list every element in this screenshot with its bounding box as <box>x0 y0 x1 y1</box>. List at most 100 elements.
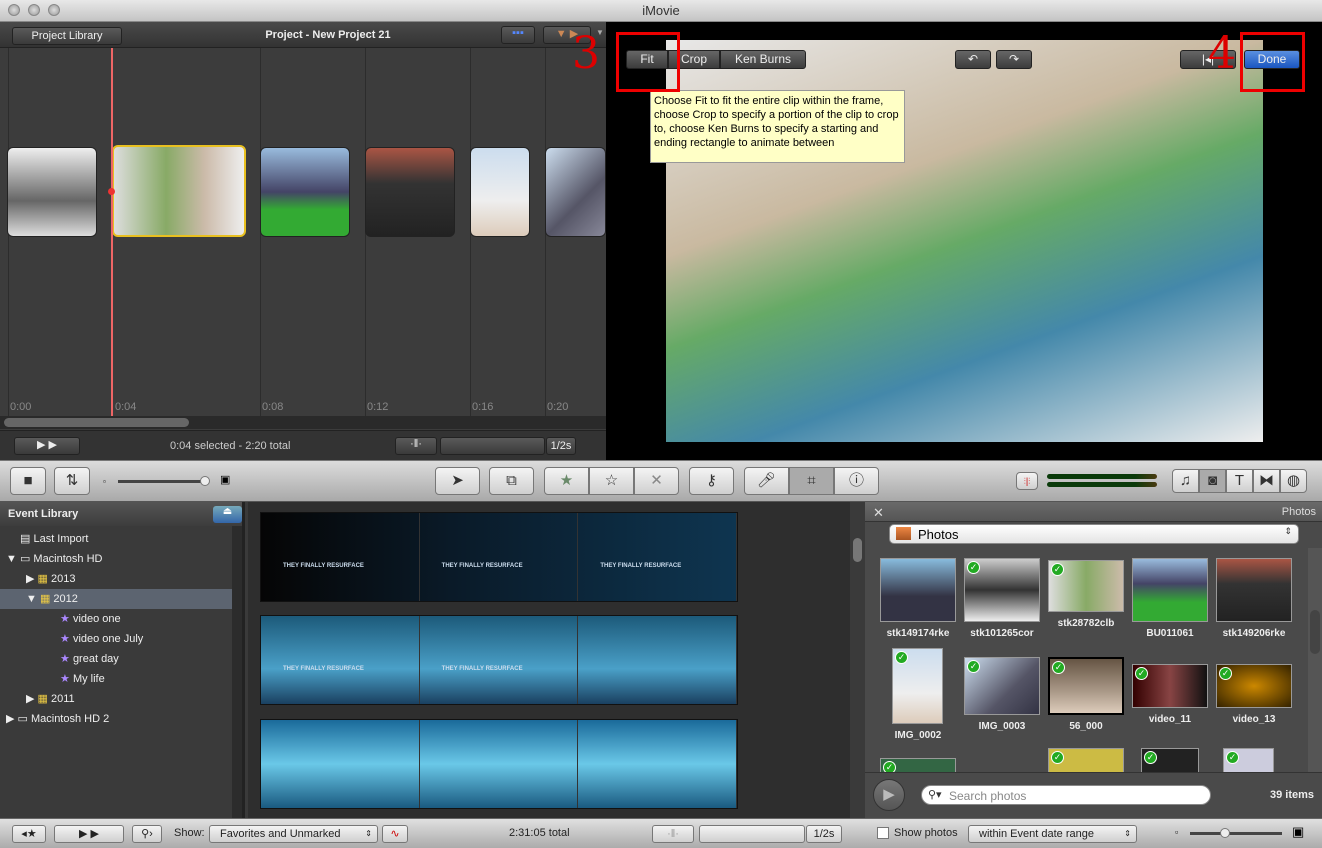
photo-thumbnail[interactable]: ✓ <box>1223 748 1274 772</box>
photo-thumbnail[interactable] <box>880 558 956 622</box>
timeline-clip[interactable] <box>545 147 606 237</box>
import-camera-button[interactable]: ■ <box>10 467 46 495</box>
play-button[interactable]: ▶ <box>873 779 905 811</box>
event-library-scrollbar[interactable] <box>232 526 242 818</box>
annotation-number-3: 3 <box>572 28 600 79</box>
event-item-2013[interactable]: ▶ ▦ 2013 <box>0 569 232 589</box>
timeline-clip[interactable] <box>7 147 97 237</box>
filmstrip[interactable] <box>260 719 738 809</box>
selection-status: 0:04 selected - 2:20 total <box>170 440 291 452</box>
photo-thumbnail[interactable]: ✓ <box>1048 657 1124 715</box>
music-browser-button[interactable]: ♫ <box>1172 469 1199 493</box>
time-label: 0:20 <box>547 401 569 413</box>
viewer: Fit Crop Ken Burns ↶ ↷ |◂| Done <box>606 22 1322 460</box>
photos-source-select[interactable]: Photos ⇕ <box>889 524 1299 544</box>
favorite-button[interactable]: ★ <box>544 467 589 495</box>
audio-meter-right <box>1047 482 1157 487</box>
time-label: 0:16 <box>472 401 494 413</box>
photo-thumbnail[interactable]: ✓ <box>1132 664 1208 708</box>
zoom-slider[interactable] <box>440 437 545 455</box>
playhead[interactable] <box>111 48 113 416</box>
photo-thumbnail[interactable]: ✓ <box>964 558 1040 622</box>
rotate-left-button[interactable]: ↶ <box>955 50 991 69</box>
event-item-macintosh-hd-2[interactable]: ▶ ▭ Macintosh HD 2 <box>0 709 232 729</box>
playhead-marker <box>108 188 115 195</box>
project-pane: Project Library Project - New Project 21… <box>0 22 606 460</box>
thumbnail-zoom-slider[interactable] <box>699 825 805 843</box>
filmstrip[interactable]: THEY FINALLY RESURFACE THEY FINALLY RESU… <box>260 615 738 705</box>
photo-thumbnail[interactable]: ✓ <box>1216 664 1292 708</box>
transition-browser-button[interactable]: ⧓ <box>1253 469 1280 493</box>
date-range-value: within Event date range <box>979 828 1094 840</box>
info-button[interactable]: ⓘ <box>834 467 879 495</box>
event-item-great-day[interactable]: ★ great day <box>0 649 232 669</box>
waveform-toggle[interactable]: ∿ <box>382 825 408 843</box>
waveform-button[interactable]: ·‖· <box>395 437 437 455</box>
horizontal-scrollbar[interactable] <box>0 416 606 429</box>
photo-thumbnail[interactable]: ✓ <box>1048 748 1124 772</box>
zoom-window-button[interactable] <box>48 4 60 16</box>
audio-skimming-button[interactable]: ⫶|⫶ <box>1016 472 1038 490</box>
minimize-window-button[interactable] <box>28 4 40 16</box>
timeline-clip-selected[interactable] <box>112 145 246 237</box>
add-to-project-button[interactable]: ⧉ <box>489 467 534 495</box>
select-tool-button[interactable]: ➤ <box>435 467 480 495</box>
swap-button[interactable]: ⇅ <box>54 467 90 495</box>
show-photos-checkbox[interactable] <box>877 827 889 839</box>
timeline-clip[interactable] <box>365 147 455 237</box>
play-buttons[interactable]: ▶ ▶ <box>14 437 80 455</box>
photo-thumbnail[interactable]: ✓ <box>964 657 1040 715</box>
photos-scrollbar[interactable] <box>1308 548 1322 772</box>
event-library-toggle[interactable]: ◂★ <box>12 825 46 843</box>
search-photos-input[interactable]: ⚲▾ Search photos <box>921 785 1211 805</box>
close-window-button[interactable] <box>8 4 20 16</box>
date-range-select[interactable]: within Event date range ⇕ <box>968 825 1137 843</box>
unmark-button[interactable]: ☆ <box>589 467 634 495</box>
close-icon[interactable]: ✕ <box>873 505 884 521</box>
main-toolbar: ■ ⇅ ▫ ▣ ➤ ⧉ ★ ☆ ✕ ⚷ 🎤︎ ⌗ ⓘ ⫶|⫶ ♫ ◙ T ⧓ ◍ <box>0 460 1322 502</box>
event-item-last-import[interactable]: ▤ Last Import <box>0 529 232 549</box>
keyword-button[interactable]: ⚷ <box>689 467 734 495</box>
photo-thumbnail[interactable]: ✓ <box>1048 560 1124 612</box>
item-label: Macintosh HD 2 <box>30 713 110 725</box>
item-label: great day <box>72 653 119 665</box>
photos-footer: ▶ ⚲▾ Search photos 39 items <box>865 772 1322 818</box>
timeline-clip[interactable] <box>260 147 350 237</box>
annotation-box-4 <box>1240 32 1305 92</box>
photo-thumbnail[interactable]: ✓ <box>880 758 956 772</box>
ken-burns-button[interactable]: Ken Burns <box>720 50 806 69</box>
reject-button[interactable]: ✕ <box>634 467 679 495</box>
drive-toggle-button[interactable]: ⏏ <box>213 506 242 523</box>
play-event-buttons[interactable]: ▶ ▶ <box>54 825 124 843</box>
event-item-2011[interactable]: ▶ ▦ 2011 <box>0 689 232 709</box>
event-item-2012[interactable]: ▼ ▦ 2012 <box>0 589 232 609</box>
thumbnail-size-slider[interactable] <box>118 476 210 486</box>
layout-toggle-button[interactable]: ▪▪▪ <box>501 26 535 44</box>
event-item-video-one-july[interactable]: ★ video one July <box>0 629 232 649</box>
event-item-video-one[interactable]: ★ video one <box>0 609 232 629</box>
voiceover-button[interactable]: 🎤︎ <box>744 467 789 495</box>
photo-thumbnail[interactable] <box>1132 558 1208 622</box>
audio-waveform-button[interactable]: ·‖· <box>652 825 694 843</box>
photo-label: 56_000 <box>1069 721 1103 732</box>
zoom-search-button[interactable]: ⚲› <box>132 825 162 843</box>
browser-scrollbar[interactable] <box>850 502 865 818</box>
photo-thumbnail[interactable] <box>1216 558 1292 622</box>
photo-browser-button[interactable]: ◙ <box>1199 469 1226 493</box>
photo-thumbnail[interactable]: ✓ <box>892 648 943 724</box>
crop-tool-button[interactable]: ⌗ <box>789 467 834 495</box>
photo-thumbnail[interactable]: ✓ <box>1141 748 1199 772</box>
event-item-my-life[interactable]: ★ My life <box>0 669 232 689</box>
event-item-macintosh-hd[interactable]: ▼ ▭ Macintosh HD <box>0 549 232 569</box>
map-browser-button[interactable]: ◍ <box>1280 469 1307 493</box>
show-filter-select[interactable]: Favorites and Unmarked ⇕ <box>209 825 378 843</box>
timeline-clip[interactable] <box>470 147 530 237</box>
item-label: My life <box>72 673 105 685</box>
photos-header-title: Photos <box>1281 506 1316 518</box>
project-library-button[interactable]: Project Library <box>12 27 122 45</box>
title-browser-button[interactable]: T <box>1226 469 1253 493</box>
thumbnail-size-slider[interactable] <box>1190 828 1282 838</box>
filmstrip[interactable]: THEY FINALLY RESURFACE THEY FINALLY RESU… <box>260 512 738 602</box>
rotate-right-button[interactable]: ↷ <box>996 50 1032 69</box>
checkmark-icon: ✓ <box>895 651 908 664</box>
